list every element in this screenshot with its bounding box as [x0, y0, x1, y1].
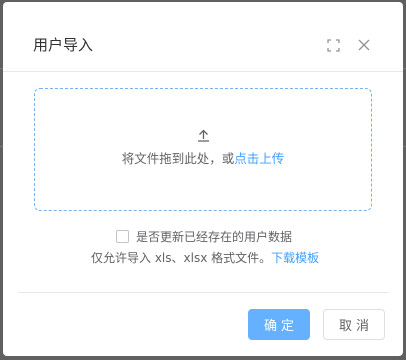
download-template-link[interactable]: 下载模板 [271, 251, 319, 265]
click-upload-link[interactable]: 点击上传 [234, 151, 284, 166]
close-icon [358, 39, 370, 51]
upload-icon [198, 129, 209, 142]
dialog-title: 用户导入 [33, 36, 94, 54]
update-existing-option[interactable]: 是否更新已经存在的用户数据 [116, 228, 292, 244]
fullscreen-icon [326, 38, 340, 52]
dialog-header: 用户导入 [3, 2, 403, 72]
file-format-text: 仅允许导入 xls、xlsx 格式文件。 [91, 251, 272, 265]
footer-divider [18, 292, 388, 293]
file-format-tip: 仅允许导入 xls、xlsx 格式文件。下载模板 [91, 250, 319, 266]
upload-hint: 将文件拖到此处，或点击上传 [35, 151, 371, 167]
upload-dropzone[interactable]: 将文件拖到此处，或点击上传 [34, 88, 372, 211]
confirm-button[interactable]: 确定 [248, 309, 310, 340]
cancel-button[interactable]: 取消 [323, 309, 385, 340]
fullscreen-button[interactable] [326, 38, 340, 52]
user-import-dialog: 用户导入 将文件拖到此处，或点击上传 是否更新已经存在的用户数据 仅允许导入 x… [3, 2, 403, 356]
update-existing-checkbox[interactable] [116, 229, 129, 243]
upload-hint-text: 将文件拖到此处，或 [121, 151, 235, 166]
close-button[interactable] [357, 38, 371, 52]
update-existing-label: 是否更新已经存在的用户数据 [136, 229, 293, 244]
